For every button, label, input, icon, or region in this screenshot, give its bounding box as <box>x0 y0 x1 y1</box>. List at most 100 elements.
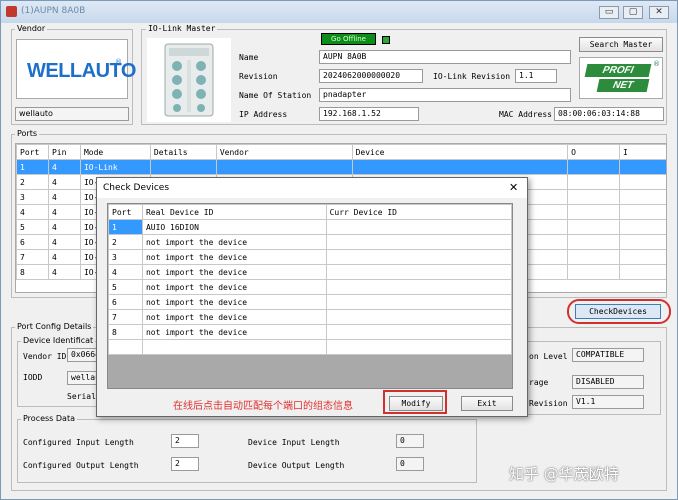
cell-real-id: not import the device <box>141 234 327 250</box>
highlight-modify <box>383 390 447 414</box>
iodd-label: IODD <box>23 373 43 382</box>
cell-real-id: not import the device <box>141 249 327 265</box>
cfg-input-label: Configured Input Length <box>23 438 134 447</box>
vendor-group-label: Vendor <box>15 24 48 33</box>
device-image <box>147 38 231 122</box>
revision-label: Revision <box>239 72 278 81</box>
dev-output-field: 0 <box>396 457 424 471</box>
watermark: 知乎 @华茂欧特 <box>509 465 619 483</box>
col-port[interactable]: Port <box>16 144 49 160</box>
cell-pin: 4 <box>47 249 81 265</box>
col-details[interactable]: Details <box>149 144 217 160</box>
cell-real-id: not import the device <box>141 324 327 340</box>
cell-pin: 4 <box>47 219 81 235</box>
col-pin[interactable]: Pin <box>47 144 81 160</box>
mac-field[interactable]: 08:00:06:03:14:88 <box>554 107 664 121</box>
dialog-close-icon[interactable]: ✕ <box>509 181 518 194</box>
exit-button[interactable]: Exit <box>461 396 513 411</box>
process-data-group <box>17 419 477 483</box>
dialog-title-bar: Check Devices ✕ <box>97 178 527 198</box>
dev-output-label: Device Output Length <box>248 461 345 470</box>
cell-port: 8 <box>16 264 49 280</box>
profinet-bottom: NET <box>596 79 650 92</box>
cell-port: 3 <box>108 249 143 265</box>
app-icon <box>6 6 17 17</box>
cell-port: 2 <box>108 234 143 250</box>
cell-pin: 4 <box>47 264 81 280</box>
iolink-revision-field[interactable]: 1.1 <box>515 69 557 83</box>
col-i[interactable]: I <box>619 144 666 160</box>
col-real-device-id[interactable]: Real Device ID <box>141 204 327 220</box>
ip-field[interactable]: 192.168.1.52 <box>319 107 419 121</box>
port-config-group-label: Port Config Details <box>15 322 94 331</box>
vendor-name-field: wellauto <box>15 107 129 121</box>
col-device[interactable]: Device <box>351 144 569 160</box>
cell-curr-id[interactable] <box>325 309 512 325</box>
cfg-input-field[interactable]: 2 <box>171 434 199 448</box>
table-row[interactable]: 1 AUIO 16DION <box>108 219 512 235</box>
cell-curr-id[interactable] <box>325 279 512 295</box>
cell-real-id: AUIO 16DION <box>141 219 327 235</box>
col-o[interactable]: O <box>567 144 621 160</box>
search-master-button[interactable]: Search Master <box>579 37 663 52</box>
station-field[interactable]: pnadapter <box>319 88 571 102</box>
check-devices-table: Port Real Device ID Curr Device ID 1 AUI… <box>108 204 512 355</box>
table-row[interactable]: 3 not import the device <box>108 249 512 265</box>
profinet-top: PROFI <box>584 64 652 77</box>
col-mode[interactable]: Mode <box>79 144 151 160</box>
cell-real-id: not import the device <box>141 279 327 295</box>
minimize-button[interactable]: ▭ <box>599 6 619 19</box>
device-module-icon <box>164 43 214 117</box>
cell-port: 4 <box>16 204 49 220</box>
ip-label: IP Address <box>239 110 288 119</box>
cell-port: 3 <box>16 189 49 205</box>
cell-pin: 4 <box>47 189 81 205</box>
col-curr-device-id[interactable]: Curr Device ID <box>325 204 512 220</box>
table-row[interactable]: 4 not import the device <box>108 264 512 280</box>
table-row[interactable]: 2 not import the device <box>108 234 512 250</box>
cell-port: 5 <box>16 219 49 235</box>
cell-port: 1 <box>108 219 143 235</box>
dialog-grid-container: Port Real Device ID Curr Device ID 1 AUI… <box>107 203 513 389</box>
table-row-empty <box>108 339 512 355</box>
cell-curr-id[interactable] <box>325 249 512 265</box>
maximize-button[interactable]: ▢ <box>623 6 643 19</box>
name-field[interactable]: AUPN 8A0B <box>319 50 571 64</box>
table-row[interactable]: 7 not import the device <box>108 309 512 325</box>
cell-curr-id[interactable] <box>325 264 512 280</box>
cell-curr-id[interactable] <box>325 219 512 235</box>
dev-input-field: 0 <box>396 434 424 448</box>
check-devices-dialog: Check Devices ✕ Port Real Device ID Curr… <box>96 177 528 417</box>
compat-level-field: COMPATIBLE <box>572 348 644 362</box>
status-led <box>382 36 390 44</box>
table-row[interactable]: 5 not import the device <box>108 279 512 295</box>
serial-label: Serial <box>67 392 96 401</box>
cfg-output-field[interactable]: 2 <box>171 457 199 471</box>
vendor-logo: WELLAUTO ® <box>16 39 136 99</box>
cell-port: 7 <box>16 249 49 265</box>
table-row[interactable]: 6 not import the device <box>108 294 512 310</box>
cell-pin: 4 <box>47 204 81 220</box>
cell-curr-id[interactable] <box>325 234 512 250</box>
storage-label: rage <box>529 378 549 387</box>
title-bar: (1)AUPN 8A0B ▭ ▢ ✕ <box>1 1 677 23</box>
window-title: (1)AUPN 8A0B <box>21 6 86 16</box>
iolink-master-group-label: IO-Link Master <box>146 24 218 33</box>
table-row[interactable]: 8 not import the device <box>108 324 512 340</box>
revision-field[interactable]: 2024062000000020 <box>319 69 423 83</box>
name-label: Name <box>239 53 259 62</box>
col-vendor[interactable]: Vendor <box>215 144 353 160</box>
ports-group-label: Ports <box>15 129 40 138</box>
table-row[interactable]: 1 4 IO-Link <box>16 159 666 175</box>
col-port[interactable]: Port <box>108 204 143 220</box>
iolink-revision-label: IO-Link Revision <box>433 72 511 81</box>
cell-curr-id[interactable] <box>325 294 512 310</box>
cell-curr-id[interactable] <box>325 324 512 340</box>
cell-port: 5 <box>108 279 143 295</box>
cell-port: 4 <box>108 264 143 280</box>
cell-pin: 4 <box>47 159 81 175</box>
storage-field: DISABLED <box>572 375 644 389</box>
vendor-logo-mark: ® <box>115 58 122 66</box>
station-label: Name Of Station <box>239 91 312 100</box>
close-button[interactable]: ✕ <box>649 6 669 19</box>
